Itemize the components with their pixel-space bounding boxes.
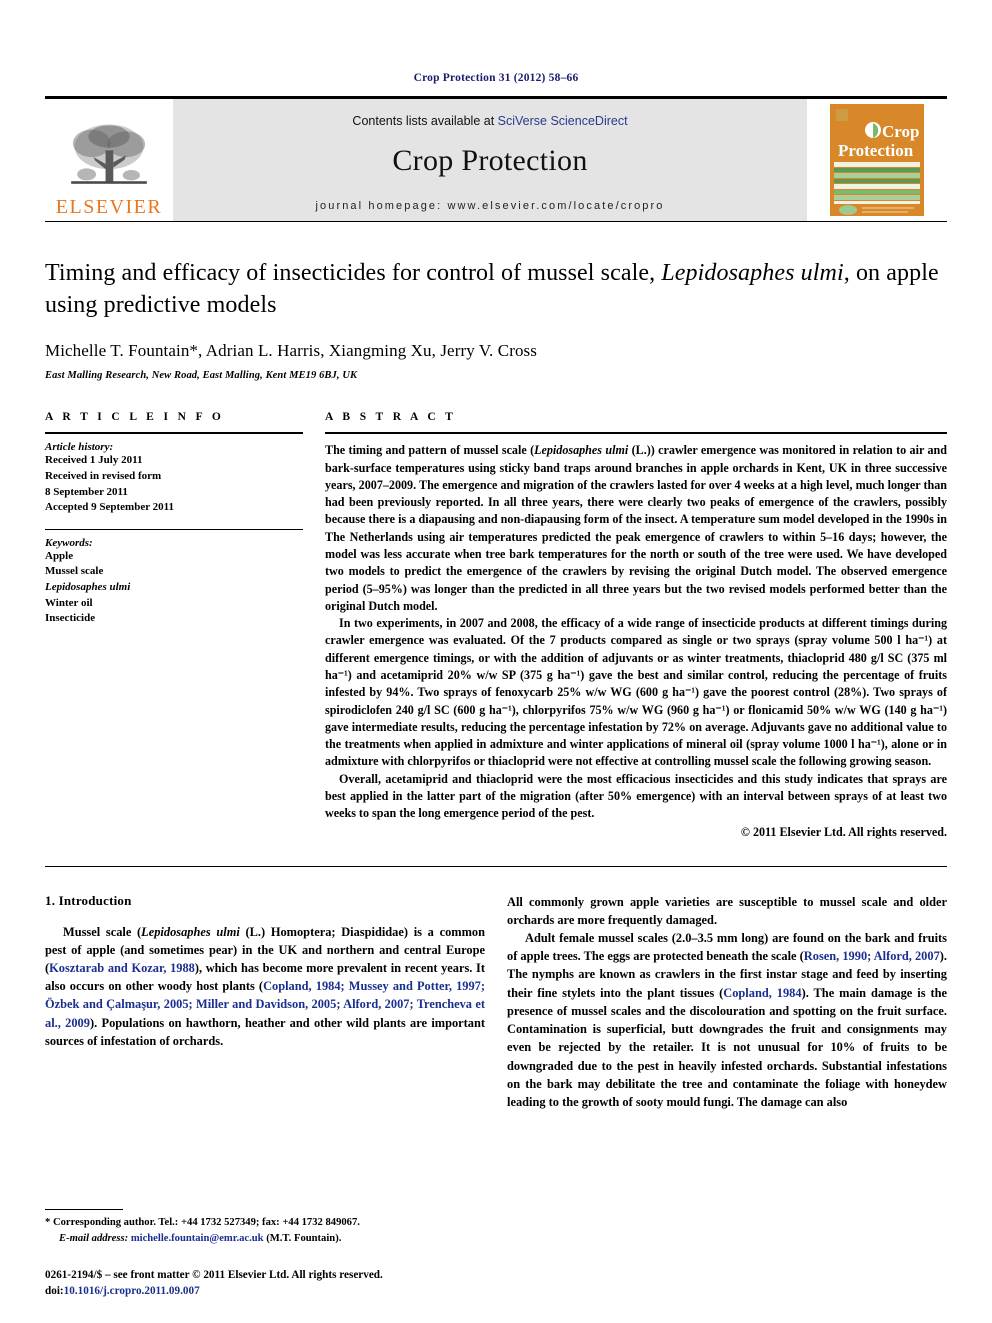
intro-left-d: ). Populations on hawthorn, heather and …	[45, 1015, 486, 1048]
abstract-paragraph-2: In two experiments, in 2007 and 2008, th…	[325, 616, 947, 769]
info-abstract-region: A R T I C L E I N F O Article history: R…	[45, 411, 947, 839]
body-column-left: 1. Introduction Mussel scale (Lepidosaph…	[45, 893, 485, 1112]
email-label: E-mail address:	[59, 1232, 129, 1244]
title-species: Lepidosaphes ulmi	[661, 260, 844, 286]
keyword-item: Winter oil	[45, 596, 93, 609]
elsevier-wordmark: ELSEVIER	[55, 196, 163, 218]
title-part-1: Timing and efficacy of insecticides for …	[45, 260, 662, 286]
contents-prefix: Contents lists available at	[352, 114, 498, 128]
abstract-rule	[325, 432, 947, 435]
keywords-list: Apple Mussel scale Lepidosaphes ulmi Win…	[45, 549, 303, 627]
email-suffix: (M.T. Fountain).	[263, 1232, 342, 1244]
citation-link[interactable]: Kosztarab and Kozar, 1988	[49, 961, 195, 975]
author-affiliation: East Malling Research, New Road, East Ma…	[45, 370, 358, 382]
journal-cover-image: Crop Protection	[830, 104, 924, 216]
elsevier-logo: ELSEVIER	[45, 99, 173, 221]
journal-title: Crop Protection	[392, 144, 588, 177]
keywords-rule	[45, 528, 303, 530]
citation-link[interactable]: Rosen, 1990; Alford, 2007	[804, 949, 940, 963]
keyword-item: Apple	[45, 549, 74, 562]
email-note: E-mail address: michelle.fountain@emr.ac…	[45, 1231, 485, 1247]
journal-cover-thumbnail[interactable]: Crop Protection	[807, 99, 947, 221]
issn-front-matter: 0261-2194/$ – see front matter © 2011 El…	[45, 1268, 383, 1281]
corresponding-author-note: * Corresponding author. Tel.: +44 1732 5…	[45, 1215, 485, 1231]
imprint-block: 0261-2194/$ – see front matter © 2011 El…	[45, 1267, 485, 1299]
intro-paragraph-right-1: All commonly grown apple varieties are s…	[507, 894, 947, 927]
doi-line: doi:10.1016/j.cropro.2011.09.007	[45, 1283, 485, 1299]
author-list: Michelle T. Fountain*, Adrian L. Harris,…	[45, 341, 537, 361]
body-columns: 1. Introduction Mussel scale (Lepidosaph…	[45, 893, 947, 1112]
intro-right-c: ). The main damage is the presence of mu…	[507, 985, 947, 1110]
article-history-line: Accepted 9 September 2011	[45, 501, 175, 514]
article-history-line: Received 1 July 2011	[45, 454, 143, 467]
abstract-p1-b: (L.)) crawler emergence was monitored in…	[325, 443, 947, 613]
body-separator-rule	[45, 865, 947, 867]
running-head: Crop Protection 31 (2012) 58–66	[413, 72, 579, 84]
article-history-line: Received in revised form	[45, 469, 162, 482]
contents-available-line: Contents lists available at SciVerse Sci…	[352, 114, 627, 128]
body-column-right: All commonly grown apple varieties are s…	[507, 893, 947, 1112]
article-info-heading: A R T I C L E I N F O	[45, 411, 225, 424]
citation-link[interactable]: Copland, 1984	[723, 986, 801, 1000]
intro-paragraph-left-1: Mussel scale (Lepidosaphes ulmi (L.) Hom…	[45, 923, 485, 1051]
article-history-label: Article history:	[45, 441, 114, 454]
footnote-block: * Corresponding author. Tel.: +44 1732 5…	[45, 1208, 485, 1299]
corresponding-text: Corresponding author. Tel.: +44 1732 527…	[50, 1216, 360, 1228]
article-page: Crop Protection 31 (2012) 58–66 ELSEVIER…	[0, 0, 992, 1323]
intro-left-species: Lepidosaphes ulmi	[141, 924, 240, 939]
doi-label: doi:	[45, 1284, 64, 1297]
keyword-item: Insecticide	[45, 612, 96, 625]
keyword-item: Lepidosaphes ulmi	[45, 581, 131, 593]
svg-text:Crop: Crop	[882, 122, 919, 141]
keyword-item: Mussel scale	[45, 565, 104, 578]
intro-left-a: Mussel scale (	[63, 924, 142, 939]
doi-link[interactable]: 10.1016/j.cropro.2011.09.007	[64, 1285, 200, 1297]
article-info-column: A R T I C L E I N F O Article history: R…	[45, 411, 303, 839]
email-link[interactable]: michelle.fountain@emr.ac.uk	[131, 1233, 264, 1244]
keywords-label: Keywords:	[45, 536, 93, 549]
footnote-rule	[45, 1208, 123, 1210]
masthead-center: Contents lists available at SciVerse Sci…	[173, 99, 807, 221]
abstract-column: A B S T R A C T The timing and pattern o…	[325, 411, 947, 839]
elsevier-tree-icon	[71, 124, 147, 184]
section-heading-introduction: 1. Introduction	[45, 892, 132, 908]
journal-masthead: ELSEVIER Contents lists available at Sci…	[45, 96, 947, 222]
journal-homepage-link[interactable]: journal homepage: www.elsevier.com/locat…	[315, 200, 664, 212]
abstract-body: The timing and pattern of mussel scale (…	[325, 442, 947, 822]
intro-paragraph-right-2: Adult female mussel scales (2.0–3.5 mm l…	[507, 929, 947, 1111]
sciencedirect-link[interactable]: SciVerse ScienceDirect	[498, 114, 628, 128]
page-title: Timing and efficacy of insecticides for …	[45, 258, 947, 321]
abstract-copyright: © 2011 Elsevier Ltd. All rights reserved…	[740, 824, 947, 839]
abstract-p1-a: The timing and pattern of mussel scale (	[325, 443, 535, 458]
abstract-heading: A B S T R A C T	[325, 411, 457, 424]
title-part-2: ,	[843, 260, 850, 286]
abstract-p1-species: Lepidosaphes ulmi	[534, 443, 629, 458]
abstract-paragraph-1: The timing and pattern of mussel scale (…	[325, 442, 947, 615]
svg-text:Protection: Protection	[838, 141, 914, 160]
abstract-paragraph-3: Overall, acetamiprid and thiacloprid wer…	[325, 771, 947, 821]
article-history-line: 8 September 2011	[45, 485, 128, 498]
article-info-rule	[45, 432, 303, 435]
